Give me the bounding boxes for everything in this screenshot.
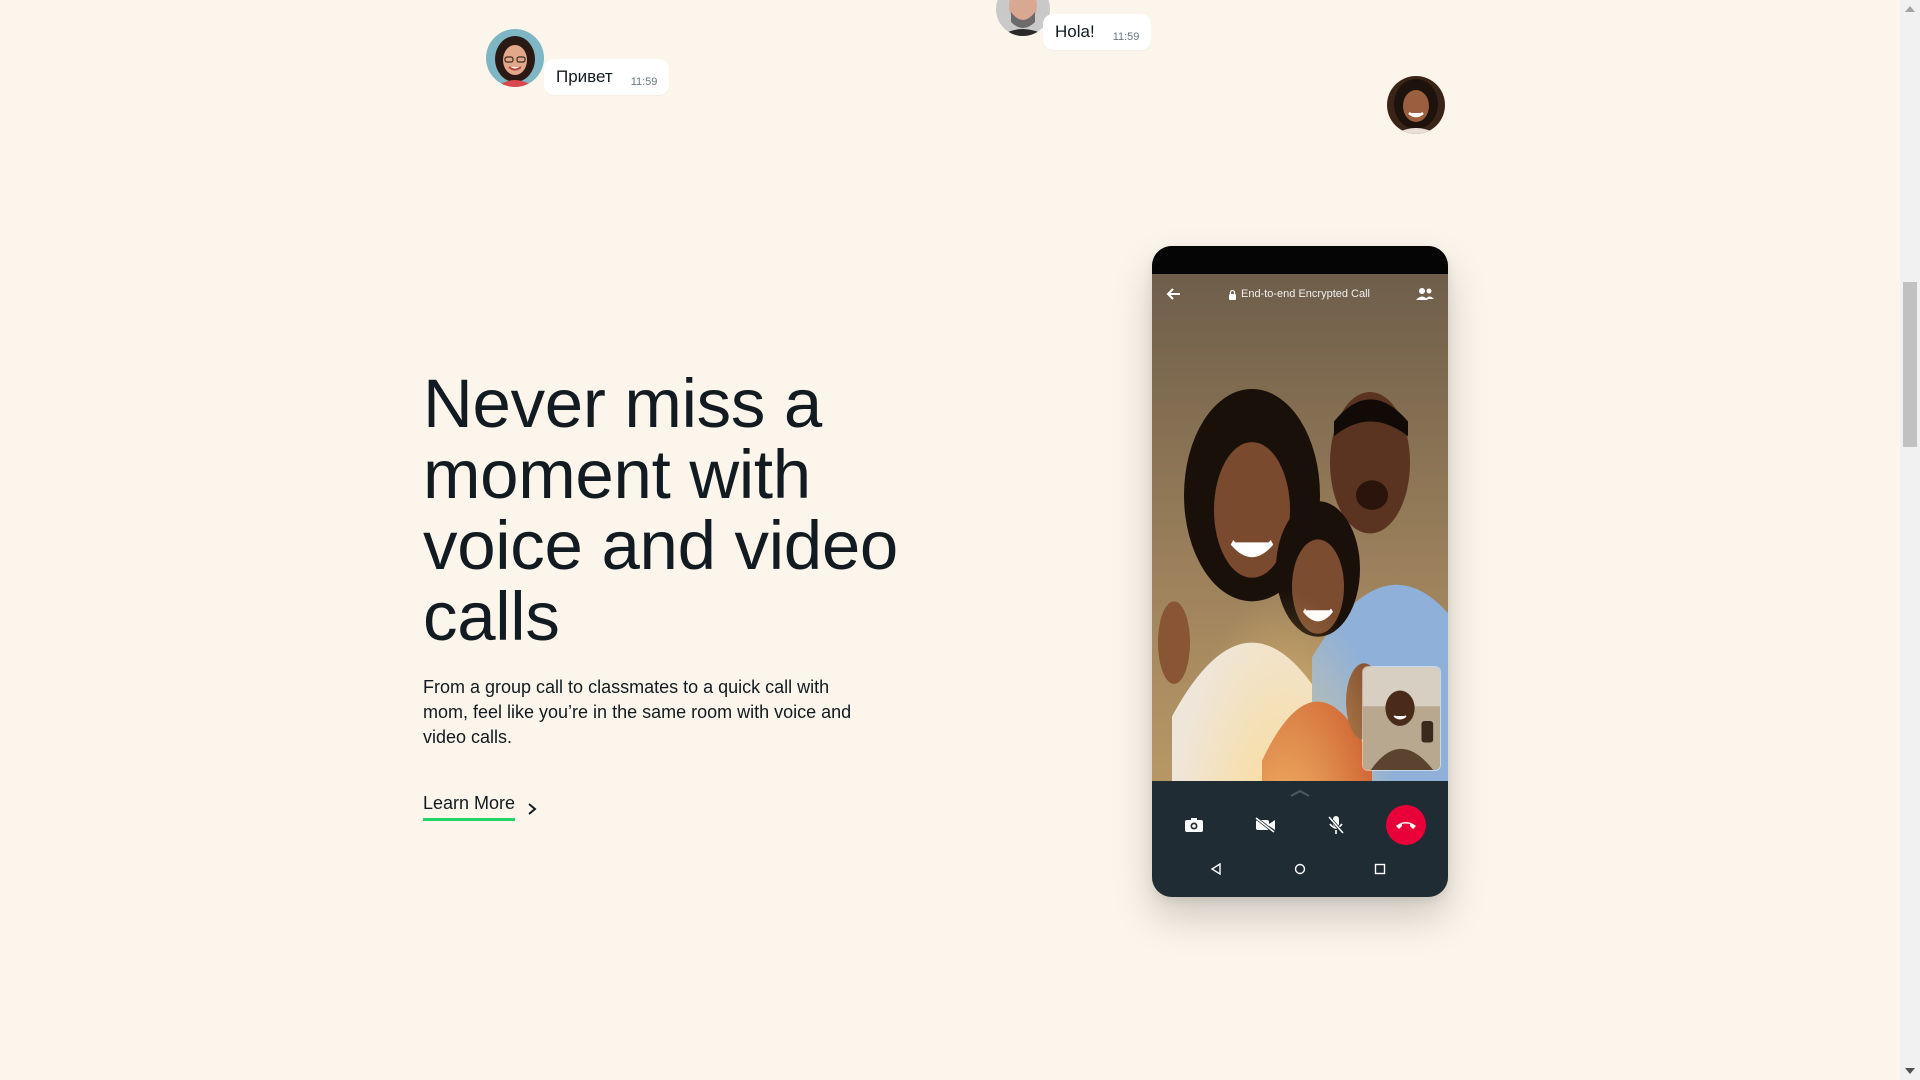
mute-button[interactable] — [1316, 805, 1356, 845]
end-call-icon — [1396, 822, 1416, 829]
call-controls-bar — [1152, 781, 1448, 897]
chat-message: Hola! — [1055, 22, 1095, 41]
chevron-right-icon — [528, 803, 537, 815]
self-view-video — [1362, 666, 1441, 771]
nav-back-button[interactable] — [1208, 861, 1224, 877]
phone-status-bar — [1152, 246, 1448, 274]
hero-headline: Never miss a moment with voice and video… — [423, 365, 898, 655]
nav-home-icon — [1294, 863, 1306, 875]
phone-mockup: End-to-end Encrypted Call — [1152, 246, 1448, 897]
call-header: End-to-end Encrypted Call — [1152, 274, 1448, 314]
nav-recents-button[interactable] — [1372, 861, 1388, 877]
camera-flip-icon — [1185, 818, 1203, 832]
encryption-label: End-to-end Encrypted Call — [1228, 288, 1370, 300]
scroll-thumb[interactable] — [1903, 282, 1917, 447]
lock-icon — [1228, 289, 1236, 300]
participants-icon[interactable] — [1415, 287, 1434, 301]
hero-description: From a group call to classmates to a qui… — [423, 677, 852, 747]
learn-more-label[interactable]: Learn More — [423, 793, 516, 821]
video-off-icon — [1255, 817, 1275, 833]
avatar-user-1 — [486, 29, 544, 87]
chat-time: 11:59 — [630, 76, 658, 88]
avatar-user-3 — [1387, 76, 1445, 134]
page-scrollbar[interactable] — [1900, 0, 1920, 1080]
mic-off-icon — [1328, 816, 1344, 834]
scroll-up-icon[interactable] — [1905, 6, 1915, 12]
back-arrow-icon[interactable] — [1166, 286, 1182, 302]
video-toggle-button[interactable] — [1245, 805, 1285, 845]
chat-bubble-1: Привет 11:59 — [544, 59, 670, 95]
end-call-button[interactable] — [1386, 805, 1426, 845]
avatar-user-2 — [996, 0, 1050, 36]
expand-handle-icon[interactable] — [1289, 789, 1311, 797]
nav-back-icon — [1210, 863, 1221, 875]
chat-message: Привет — [556, 67, 613, 86]
chat-time: 11:59 — [1112, 31, 1140, 43]
learn-more-link[interactable]: Learn More — [423, 793, 539, 821]
encryption-text: End-to-end Encrypted Call — [1240, 288, 1370, 300]
camera-flip-button[interactable] — [1174, 805, 1214, 845]
nav-home-button[interactable] — [1292, 861, 1308, 877]
nav-recents-icon — [1374, 863, 1386, 875]
chat-bubble-2: Hola! 11:59 — [1043, 14, 1152, 50]
scroll-down-icon[interactable] — [1905, 1068, 1915, 1074]
